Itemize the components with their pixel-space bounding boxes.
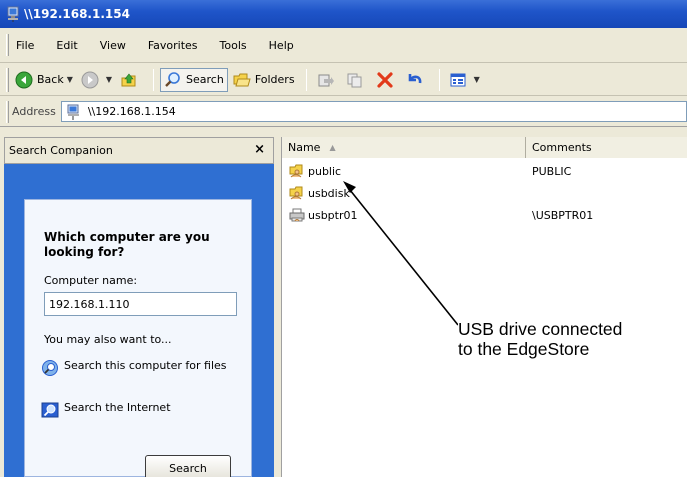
forward-button[interactable]: ▼ (78, 68, 115, 92)
views-grid-icon (450, 73, 466, 86)
list-item-name-cell: usbptr01 (282, 207, 526, 223)
folders-button[interactable]: Folders (230, 68, 298, 92)
search-button[interactable]: Search (145, 455, 231, 477)
folders-icon (233, 73, 251, 86)
search-internet-link-text: Search the Internet (64, 401, 171, 414)
network-computer-icon (7, 6, 19, 22)
search-companion-body: Which computer are you looking for? Comp… (4, 164, 274, 477)
list-header: Name ▲ Comments (282, 137, 687, 158)
menu-favorites[interactable]: Favorites (146, 39, 200, 52)
search-internet-icon (41, 402, 59, 418)
address-field[interactable]: \\192.168.1.154 (60, 101, 687, 122)
forward-arrow-icon (81, 71, 99, 88)
menu-file[interactable]: File (14, 39, 36, 52)
search-companion-title: Search Companion (9, 144, 113, 157)
address-bar: Address \\192.168.1.154 (0, 97, 687, 127)
move-to-button[interactable] (313, 68, 341, 92)
toolbar-separator-3 (438, 68, 440, 91)
close-icon[interactable]: × (254, 142, 265, 157)
list-item[interactable]: public PUBLIC (282, 161, 687, 181)
search-computer-link-text: Search this computer for files (64, 359, 227, 372)
delete-x-icon (376, 71, 393, 88)
list-item-name: usbdisk (308, 186, 350, 200)
column-header-name[interactable]: Name ▲ (282, 137, 526, 158)
back-dropdown-icon[interactable]: ▼ (67, 75, 73, 84)
search-card: Which computer are you looking for? Comp… (24, 199, 252, 477)
shared-folder-icon (289, 164, 303, 178)
menu-help[interactable]: Help (267, 39, 296, 52)
views-dropdown-icon[interactable]: ▼ (474, 75, 480, 84)
forward-dropdown-icon[interactable]: ▼ (106, 75, 112, 84)
menu-bar-grip[interactable] (6, 34, 9, 56)
list-item-comment: \USBPTR01 (532, 208, 594, 222)
annotation-line-2: to the EdgeStore (458, 339, 590, 359)
column-header-name-label: Name (288, 141, 321, 154)
menu-edit[interactable]: Edit (54, 39, 79, 52)
title-bar[interactable]: \\192.168.1.154 (0, 0, 687, 28)
search-toolbar-label: Search (186, 73, 224, 86)
back-button[interactable]: Back ▼ (12, 68, 76, 92)
file-list: Name ▲ Comments public PUBLIC usbdisk us… (281, 137, 687, 477)
address-value: \\192.168.1.154 (87, 105, 176, 118)
explorer-window: \\192.168.1.154 File Edit View Favorites… (0, 0, 687, 477)
address-label: Address (12, 105, 56, 118)
computer-name-label: Computer name: (44, 274, 138, 287)
shared-folder-icon (289, 186, 303, 200)
computer-name-input[interactable] (44, 292, 237, 316)
toolbar-separator (153, 68, 155, 91)
search-computer-link[interactable]: Search this computer for files (41, 359, 229, 377)
undo-icon (408, 73, 421, 83)
search-toolbar-button[interactable]: Search (160, 67, 228, 92)
annotation-line-1: USB drive connected (458, 319, 623, 339)
window-title: \\192.168.1.154 (24, 7, 130, 21)
sort-ascending-icon: ▲ (329, 143, 336, 152)
list-item[interactable]: usbdisk (282, 183, 687, 203)
search-computer-icon (42, 360, 58, 376)
menu-bar: File Edit View Favorites Tools Help (0, 28, 687, 63)
back-label: Back (37, 73, 64, 86)
list-item-name-cell: usbdisk (282, 185, 526, 201)
column-header-comments-label: Comments (532, 141, 592, 154)
list-item-comment: PUBLIC (532, 164, 572, 178)
toolbar-separator-2 (305, 68, 307, 91)
address-bar-grip[interactable] (6, 101, 9, 123)
toolbar-grip[interactable] (6, 68, 9, 92)
undo-button[interactable] (403, 68, 431, 92)
menu-tools[interactable]: Tools (218, 39, 249, 52)
move-to-icon (318, 74, 334, 86)
folders-label: Folders (254, 73, 295, 86)
menu-view[interactable]: View (98, 39, 128, 52)
annotation-callout: USB drive connected to the EdgeStore (458, 319, 625, 359)
up-folder-button[interactable] (117, 68, 145, 92)
also-label: You may also want to... (44, 333, 172, 346)
search-companion-header: Search Companion × (4, 137, 274, 164)
column-header-comments[interactable]: Comments (526, 137, 687, 158)
views-button[interactable]: ▼ (446, 68, 483, 92)
standard-toolbar: Back ▼ ▼ Search Folders ▼ (0, 64, 687, 96)
list-item-name: usbptr01 (308, 208, 358, 222)
search-companion-pane: Search Companion × Which computer are yo… (4, 137, 274, 477)
search-internet-link[interactable]: Search the Internet (41, 401, 229, 419)
magnifier-icon (165, 71, 180, 87)
up-folder-icon (121, 73, 136, 86)
list-item[interactable]: usbptr01 \USBPTR01 (282, 205, 687, 225)
printer-icon (289, 208, 305, 222)
copy-to-icon (347, 73, 362, 87)
copy-to-button[interactable] (343, 68, 371, 92)
delete-button[interactable] (373, 68, 401, 92)
search-heading: Which computer are you looking for? (44, 230, 210, 259)
back-arrow-icon (15, 71, 33, 88)
network-computer-icon (67, 104, 79, 120)
list-item-name: public (308, 164, 342, 178)
list-item-name-cell: public (282, 163, 526, 179)
